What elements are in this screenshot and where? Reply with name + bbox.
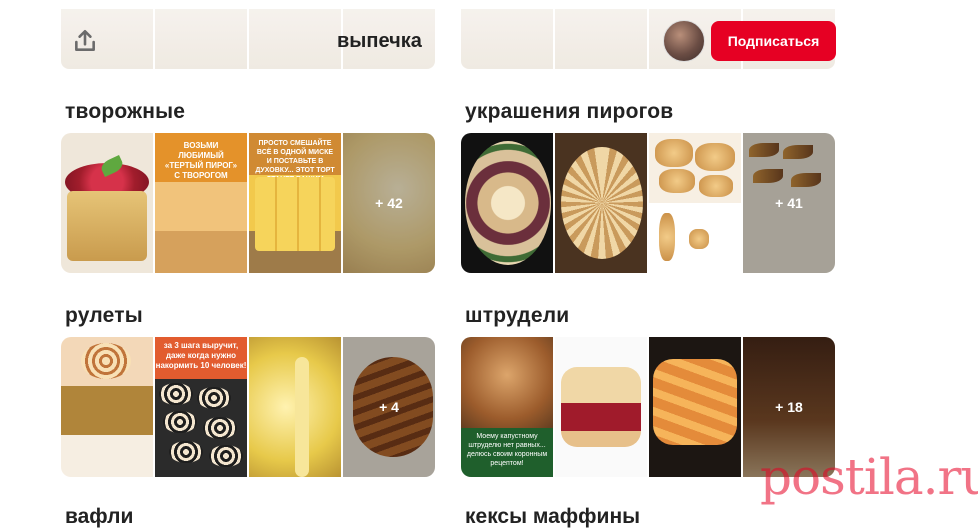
board-title-tvorozhnye[interactable]: творожные xyxy=(65,100,185,124)
board-title-vafli[interactable]: вафли xyxy=(65,505,133,529)
board-title-ukrasheniya[interactable]: украшения пирогов xyxy=(465,100,673,124)
pin-image[interactable]: за 3 шага выручит, даже когда нужно нако… xyxy=(155,337,247,477)
pin-image[interactable] xyxy=(649,337,741,477)
pin-image[interactable]: ПРОСТО СМЕШАЙТЕ ВСЁ В ОДНОЙ МИСКЕ И ПОСТ… xyxy=(249,133,341,273)
board-title-rulety[interactable]: рулеты xyxy=(65,304,143,328)
pin-image[interactable]: + 4 xyxy=(343,337,435,477)
board-title: выпечка xyxy=(337,30,422,52)
more-count[interactable]: + 42 xyxy=(343,133,435,273)
pin-image[interactable] xyxy=(61,337,153,477)
board-ukrasheniya[interactable]: + 41 xyxy=(461,133,835,273)
pin-image[interactable]: ВОЗЬМИ ЛЮБИМЫЙ «ТЕРТЫЙ ПИРОГ» С ТВОРОГОМ xyxy=(155,133,247,273)
upload-icon[interactable] xyxy=(72,28,98,54)
watermark: postila.ru xyxy=(760,448,978,506)
pin-caption: за 3 шага выручит, даже когда нужно нако… xyxy=(155,337,247,379)
pin-image[interactable] xyxy=(61,133,153,273)
pin-caption: ВОЗЬМИ ЛЮБИМЫЙ «ТЕРТЫЙ ПИРОГ» С ТВОРОГОМ xyxy=(164,141,238,180)
pin-caption: Моему капустному штруделю нет равных... … xyxy=(461,428,553,477)
pin-image[interactable]: Моему капустному штруделю нет равных... … xyxy=(461,337,553,477)
board-rulety[interactable]: за 3 шага выручит, даже когда нужно нако… xyxy=(61,337,435,477)
pin-image[interactable] xyxy=(649,133,741,273)
pin-image[interactable]: + 41 xyxy=(743,133,835,273)
avatar[interactable] xyxy=(663,20,705,62)
pin-image[interactable] xyxy=(249,337,341,477)
more-count[interactable]: + 4 xyxy=(343,337,435,477)
more-count[interactable]: + 41 xyxy=(743,133,835,273)
pin-image[interactable] xyxy=(461,133,553,273)
pin-image[interactable] xyxy=(555,337,647,477)
board-title-keksy[interactable]: кексы маффины xyxy=(465,505,640,529)
pin-image[interactable] xyxy=(555,133,647,273)
pin-image[interactable]: + 42 xyxy=(343,133,435,273)
subscribe-button[interactable]: Подписаться xyxy=(711,21,836,61)
board-title-shtrudeli[interactable]: штрудели xyxy=(465,304,569,328)
board-tvorozhnye[interactable]: ВОЗЬМИ ЛЮБИМЫЙ «ТЕРТЫЙ ПИРОГ» С ТВОРОГОМ… xyxy=(61,133,435,273)
